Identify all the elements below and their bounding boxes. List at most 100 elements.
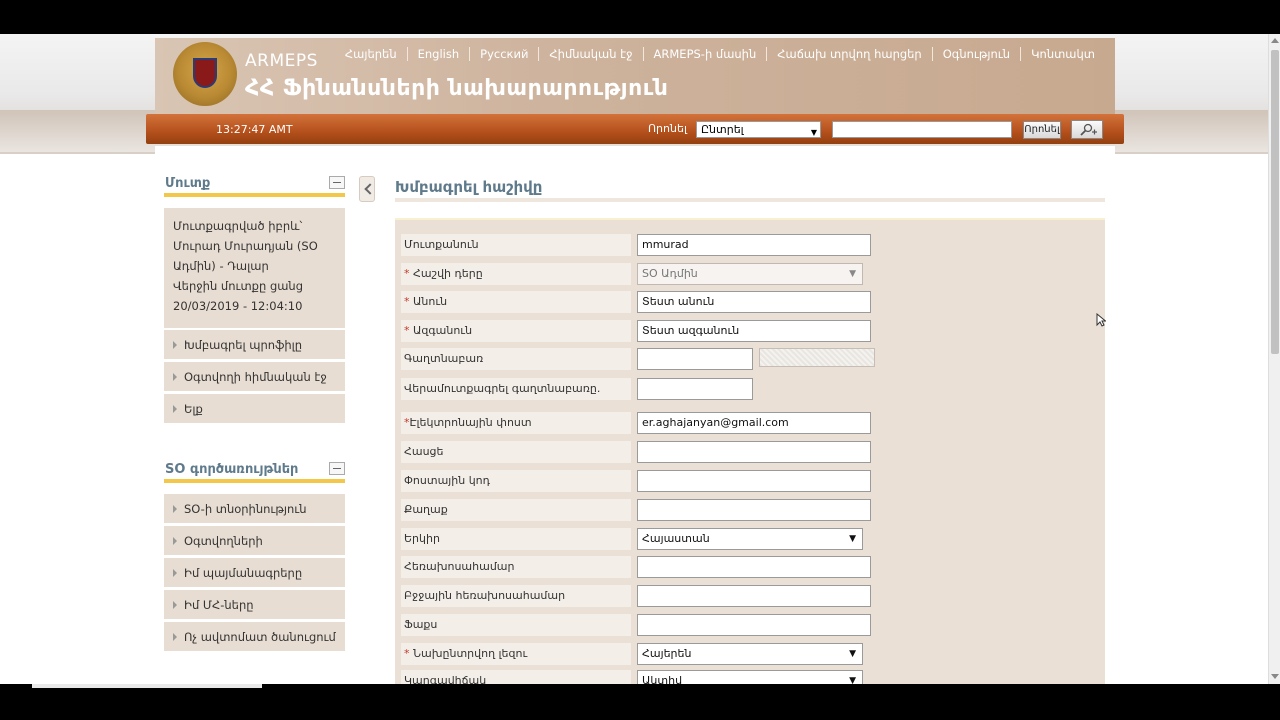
page-viewport: ARMEPS ՀՀ Ֆինանսների նախարարություն Հայե… — [0, 34, 1280, 684]
sidebar-title-rule — [164, 479, 345, 483]
form-row-username: Մուտքանուն mmurad — [401, 234, 871, 260]
form-row-address: Հասցե — [401, 441, 871, 467]
field-label: Հասցե — [401, 441, 631, 463]
form-row-mobile: Բջջային հեռախոսահամար — [401, 585, 871, 611]
status-select[interactable]: Ակտիվ ▼ — [637, 670, 863, 684]
field-label: Երկիր — [401, 528, 631, 550]
ministry-title: ՀՀ Ֆինանսների նախարարություն — [245, 76, 669, 101]
dropdown-arrow-icon: ▼ — [849, 649, 856, 659]
field-label: Վերամուտքագրել գաղտնաբառը. — [401, 378, 631, 400]
field-label: Փոստային կոդ — [401, 470, 631, 492]
nav-link-home[interactable]: Հիմնական էջ — [538, 47, 642, 61]
address-field[interactable] — [637, 441, 871, 463]
field-label: * Անուն — [401, 291, 631, 313]
page-title-rule — [395, 198, 1105, 202]
sidebar-item-logout[interactable]: Ելք — [164, 394, 345, 425]
sidebar-item-user-management[interactable]: Օգտվողների կառավարում — [164, 526, 345, 578]
last-name-field[interactable]: Տեստ ազգանուն — [637, 320, 871, 342]
brand-name[interactable]: ARMEPS — [245, 51, 318, 71]
logged-in-label: Մուտքագրված իբրև՝ — [173, 219, 303, 233]
form-row-password-confirm: Վերամուտքագրել գաղտնաբառը. — [401, 378, 869, 404]
field-label: Կարգավիճակ — [401, 670, 631, 684]
field-label: Գաղտնաբառ — [401, 348, 631, 370]
collapse-so-button[interactable] — [329, 462, 345, 475]
country-select[interactable]: Հայաստան ▼ — [637, 528, 863, 550]
nav-link-help[interactable]: Օգնություն — [931, 47, 1020, 61]
coat-of-arms-logo[interactable] — [173, 42, 237, 106]
email-field[interactable]: er.aghajanyan@gmail.com — [637, 412, 871, 434]
sidebar-item-edit-profile[interactable]: Խմբագրել պրոֆիլը — [164, 330, 345, 361]
dropdown-arrow-icon: ▼ — [810, 128, 817, 137]
language-value: Հայերեն — [642, 647, 692, 660]
browser-top-bar — [0, 0, 1280, 34]
search-category-value: Ընտրել — [701, 123, 744, 136]
form-row-city: Քաղաք — [401, 499, 871, 525]
account-role-value: SO Ադմին — [642, 267, 698, 280]
nav-link-russian[interactable]: Русский — [469, 47, 538, 61]
shield-icon — [193, 58, 217, 88]
collapse-login-button[interactable] — [329, 176, 345, 189]
page-title: Խմբագրել հաշիվը — [395, 178, 543, 196]
form-row-country: Երկիր Հայաստան ▼ — [401, 528, 869, 554]
magnifier-plus-icon — [1080, 123, 1097, 136]
sidebar-item-user-home[interactable]: Օգտվողի հիմնական էջ — [164, 362, 345, 393]
search-label: Որոնել — [648, 122, 687, 135]
nav-link-armenian[interactable]: Հայերեն — [335, 47, 407, 61]
nav-link-english[interactable]: English — [406, 47, 470, 61]
form-row-first-name: * Անուն Տեստ անուն — [401, 291, 871, 317]
sidebar-item-so-management[interactable]: SO-ի տնօրինություն — [164, 494, 345, 525]
mobile-phone-field[interactable] — [637, 585, 871, 607]
scroll-down-arrow-icon[interactable] — [1271, 674, 1279, 679]
country-value: Հայաստան — [642, 532, 710, 545]
search-category-select[interactable]: Ընտրել ▼ — [696, 121, 821, 138]
form-row-status: Կարգավիճակ Ակտիվ ▼ — [401, 670, 869, 684]
field-label: Բջջային հեռախոսահամար — [401, 585, 631, 607]
first-name-field[interactable]: Տեստ անուն — [637, 291, 871, 313]
user-info-box: Մուտքագրված իբրև՝ Մուրադ Մուրադյան (SO Ա… — [164, 208, 345, 328]
form-row-language: * Նախընտրվող լեզու Հայերեն ▼ — [401, 643, 869, 669]
form-row-fax: Ֆաքս — [401, 614, 871, 640]
form-row-password: Գաղտնաբառ — [401, 348, 875, 374]
dropdown-arrow-icon: ▼ — [849, 534, 856, 544]
nav-link-about[interactable]: ARMEPS-ի մասին — [642, 47, 767, 61]
field-label: Քաղաք — [401, 499, 631, 521]
password-strength-bar — [759, 348, 875, 367]
field-label: * Ազգանուն — [401, 320, 631, 342]
nav-link-faq[interactable]: Հաճախ տրվող հարցեր — [766, 47, 931, 61]
last-login-label: Վերջին մուտքը ցանց — [173, 279, 304, 293]
search-input[interactable] — [832, 121, 1012, 138]
language-select[interactable]: Հայերեն ▼ — [637, 643, 863, 665]
scroll-up-arrow-icon[interactable] — [1271, 38, 1279, 43]
password-field[interactable] — [637, 348, 753, 370]
user-role: - Դալար — [219, 259, 269, 273]
field-label: * Նախընտրվող լեզու — [401, 643, 631, 665]
phone-field[interactable] — [637, 556, 871, 578]
field-label: Ֆաքս — [401, 614, 631, 636]
sidebar-collapse-toggle[interactable] — [359, 176, 375, 202]
username-field[interactable]: mmurad — [637, 234, 871, 256]
field-label: Հեռախոսահամար — [401, 556, 631, 578]
nav-link-contact[interactable]: Կոնտակտ — [1020, 47, 1105, 61]
sidebar-item-my-requests[interactable]: Իմ ՄՀ-ները — [164, 590, 345, 621]
advanced-search-button[interactable] — [1071, 120, 1103, 139]
field-label: *Էլեկտրոնային փոստ — [401, 412, 631, 434]
search-toolbar: 13:27:47 AMT Որոնել Ընտրել ▼ Որոնել — [146, 114, 1124, 144]
fax-field[interactable] — [637, 614, 871, 636]
field-label: Մուտքանուն — [401, 234, 631, 256]
sidebar-item-my-contracts[interactable]: Իմ պայմանագրերը — [164, 558, 345, 589]
postal-code-field[interactable] — [637, 470, 871, 492]
city-field[interactable] — [637, 499, 871, 521]
mouse-cursor-icon — [1096, 313, 1106, 327]
taskbar-strip — [32, 684, 262, 688]
scrollbar-thumb[interactable] — [1271, 50, 1279, 354]
sidebar-so-title: SO գործառույթներ — [165, 462, 299, 477]
page-scrollbar[interactable] — [1268, 34, 1280, 684]
search-button[interactable]: Որոնել — [1023, 121, 1061, 139]
top-navigation: Հայերեն English Русский Հիմնական էջ ARME… — [335, 47, 1105, 61]
sidebar-item-manual-notification[interactable]: Ոչ ավտոմատ ծանուցում — [164, 622, 345, 653]
server-clock: 13:27:47 AMT — [216, 123, 293, 136]
status-value: Ակտիվ — [642, 674, 683, 684]
edit-account-form: Մուտքանուն mmurad * Հաշվի դերը SO Ադմին … — [395, 218, 1105, 684]
password-confirm-field[interactable] — [637, 378, 753, 400]
form-row-email: *Էլեկտրոնային փոստ er.aghajanyan@gmail.c… — [401, 412, 871, 438]
